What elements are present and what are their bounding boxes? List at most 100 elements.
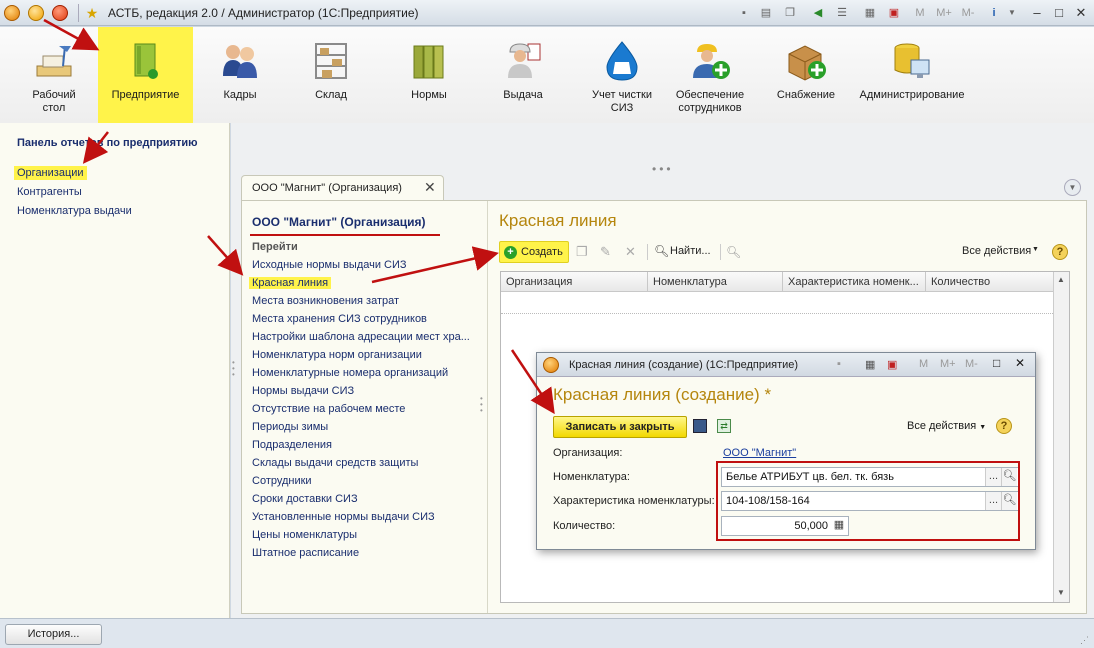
find-button[interactable]: 🔍︎ Найти... [654,241,716,263]
minimize-button[interactable]: – [1028,4,1046,22]
memory-m-button[interactable]: M [908,5,932,21]
calculator-icon[interactable]: ▦ [862,5,878,21]
section-norms[interactable]: Нормы [394,27,464,123]
all-actions-dropdown[interactable]: Все действия ▼ [907,420,986,432]
memory-mplus-button[interactable]: M+ [940,358,956,370]
nav-item[interactable]: Установленные нормы выдачи СИЗ [249,511,438,523]
nav-item[interactable]: Настройки шаблона адресации мест хра... [249,331,473,343]
left-panel-item-issue-nomenclature[interactable]: Номенклатура выдачи [14,204,135,218]
go-back-icon[interactable]: ◀ [810,5,826,21]
panel-collapse-icon[interactable]: ▼ [1064,179,1081,196]
close-window-button[interactable]: ✕ [1072,4,1090,22]
memory-mminus-button[interactable]: M- [965,358,978,370]
scroll-down-icon[interactable]: ▼ [1057,588,1065,597]
column-header[interactable]: Количество [931,276,990,288]
table-row[interactable] [501,292,1053,314]
nav-item-red-line[interactable]: Красная линия [249,277,332,289]
nav-item[interactable]: Сотрудники [249,475,315,487]
scrollbar[interactable]: ▲ ▼ [1053,272,1069,602]
calculator-icon[interactable]: ▦ [865,358,875,371]
history-button[interactable]: История... [5,624,102,645]
nav-item[interactable]: Места хранения СИЗ сотрудников [249,313,430,325]
column-header[interactable]: Организация [506,276,572,288]
help-icon[interactable]: ? [996,418,1012,434]
calendar-icon[interactable]: ▣ [886,5,902,21]
find-clear-icon[interactable]: 🔍︎ [726,241,744,263]
section-label: Снабжение [776,89,836,101]
form-splitter-handle[interactable]: • • • [480,395,483,415]
nav-item[interactable]: Номенклатурные номера организаций [249,367,451,379]
nav-item[interactable]: Подразделения [249,439,335,451]
history-list-icon[interactable]: ☰ [834,5,850,21]
organization-link[interactable]: ООО "Магнит" [723,447,796,459]
nav-item[interactable]: Места возникновения затрат [249,295,402,307]
section-provision[interactable]: Обеспечение сотрудников [670,27,750,123]
splitter-handle-icon[interactable]: ••• [652,162,674,176]
drop-icon [606,41,638,81]
edit-icon[interactable]: ✎ [600,241,616,263]
section-label: Нормы [411,89,447,101]
section-admin[interactable]: Администрирование [856,27,968,123]
save-icon[interactable]: ▪ [837,358,841,370]
section-enterprise[interactable]: Предприятие [98,27,193,123]
status-bar: История... ⋰ [0,618,1094,648]
copy-icon[interactable]: ❐ [782,5,798,21]
close-app-icon[interactable] [52,5,68,21]
save-and-close-button[interactable]: Записать и закрыть [553,416,687,438]
nav-item[interactable]: Склады выдачи средств защиты [249,457,421,469]
desk-lamp-icon [36,45,72,77]
nav-item[interactable]: Штатное расписание [249,547,362,559]
dialog-title-bar[interactable]: Красная линия (создание) (1С:Предприятие… [537,353,1035,377]
delete-icon[interactable]: ✕ [625,241,641,263]
section-desktop[interactable]: Рабочий стол [22,27,86,123]
all-actions-dropdown[interactable]: Все действия ▼ [960,241,1042,263]
memory-m-button[interactable]: M [919,358,928,370]
column-header[interactable]: Характеристика номенк... [788,276,919,288]
nav-item[interactable]: Номенклатура норм организации [249,349,425,361]
panel-splitter-handle[interactable]: • • • [232,359,235,379]
resize-grip-icon[interactable]: ⋰ [1080,635,1089,646]
section-staff[interactable]: Кадры [206,27,274,123]
info-icon[interactable]: i [986,5,1002,21]
favorites-star-icon[interactable]: ★ [84,5,100,21]
left-panel-item-organizations[interactable]: Организации [14,166,87,180]
app-logo-icon[interactable] [4,5,20,21]
floppy-save-icon[interactable] [693,419,707,433]
column-header[interactable]: Номенклатура [653,276,727,288]
save-icon[interactable]: ▪ [736,5,752,21]
plus-icon: + [504,246,517,259]
print-icon[interactable]: ▤ [758,5,774,21]
main-menu-icon[interactable] [28,5,44,21]
close-icon[interactable]: ✕ [424,179,436,196]
help-icon[interactable]: ? [1052,244,1068,260]
section-label: Рабочий стол [32,89,76,114]
tab-organization[interactable]: ООО "Магнит" (Организация) ✕ [241,175,444,201]
nav-item[interactable]: Нормы выдачи СИЗ [249,385,357,397]
section-cleaning[interactable]: Учет чистки СИЗ [580,27,664,123]
section-supply[interactable]: Снабжение [770,27,842,123]
section-warehouse[interactable]: Склад [296,27,366,123]
chevron-down-icon: ▼ [979,424,987,431]
all-actions-label: Все действия [962,245,1032,257]
memory-mminus-button[interactable]: M- [956,5,980,21]
form-title[interactable]: ООО "Магнит" (Организация) [252,215,426,229]
nav-item[interactable]: Периоды зимы [249,421,331,433]
maximize-button[interactable]: □ [993,356,1000,370]
calendar-icon[interactable]: ▣ [887,358,897,371]
chevron-down-icon[interactable]: ▼ [1004,5,1020,21]
section-issue[interactable]: Выдача [488,27,558,123]
create-button[interactable]: + Создать [499,241,569,263]
maximize-button[interactable]: □ [1050,4,1068,22]
nav-item[interactable]: Исходные нормы выдачи СИЗ [249,259,410,271]
left-panel-item-counterparties[interactable]: Контрагенты [14,185,85,199]
form-splitter[interactable] [487,201,488,613]
scroll-up-icon[interactable]: ▲ [1057,275,1065,284]
close-dialog-button[interactable]: ✕ [1015,356,1025,370]
post-document-icon[interactable]: ⇄ [717,419,731,433]
nav-item[interactable]: Отсутствие на рабочем месте [249,403,408,415]
memory-mplus-button[interactable]: M+ [932,5,956,21]
section-label: Склад [315,89,347,101]
copy-item-icon[interactable]: ❐ [576,241,592,263]
nav-item[interactable]: Цены номенклатуры [249,529,360,541]
nav-item[interactable]: Сроки доставки СИЗ [249,493,361,505]
